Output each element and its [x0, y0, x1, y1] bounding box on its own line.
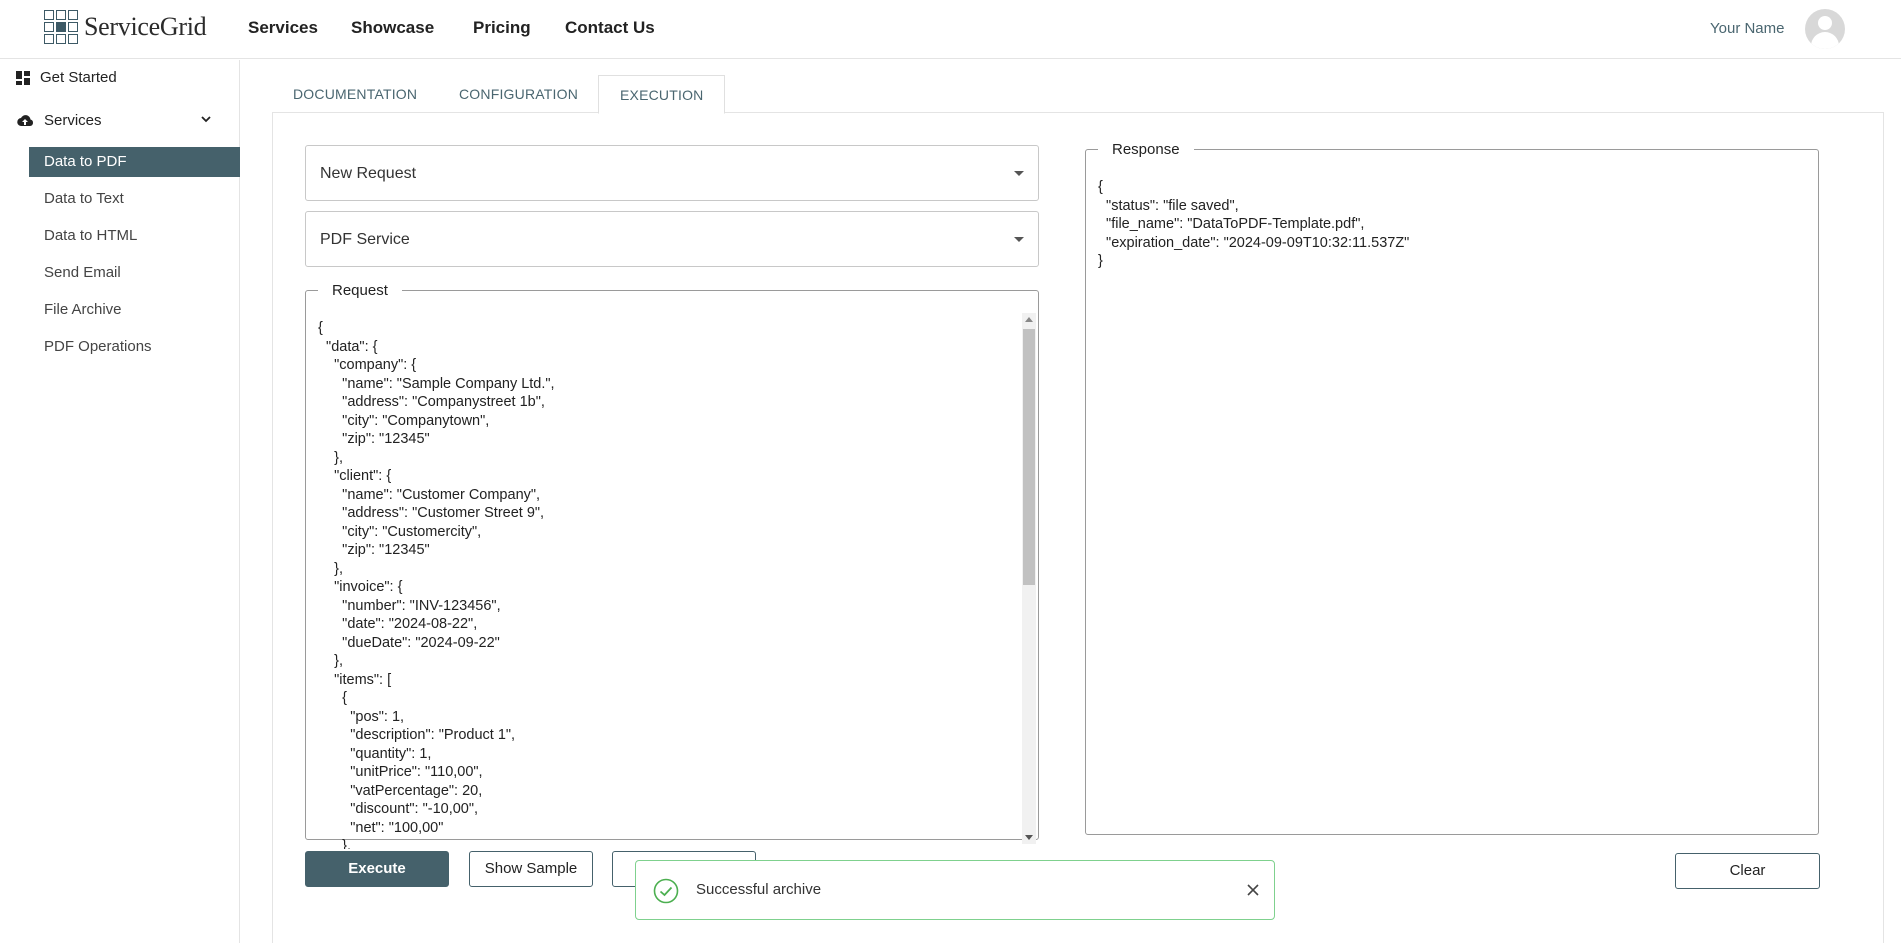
sidebar-item-data-to-html[interactable]: Data to HTML: [29, 221, 240, 251]
brand-logo[interactable]: ServiceGrid: [44, 10, 207, 44]
scrollbar-thumb[interactable]: [1023, 329, 1035, 585]
top-header: ServiceGrid Services Showcase Pricing Co…: [0, 0, 1901, 59]
request-fieldset: Request { "data": { "company": { "name":…: [305, 282, 1039, 849]
avatar[interactable]: [1805, 9, 1845, 49]
request-editor[interactable]: { "data": { "company": { "name": "Sample…: [318, 319, 1018, 849]
request-select[interactable]: New Request: [305, 145, 1039, 201]
sidebar-services[interactable]: Services: [16, 112, 222, 129]
tab-documentation[interactable]: DOCUMENTATION: [293, 75, 417, 113]
nav-showcase[interactable]: Showcase: [351, 18, 434, 38]
caret-down-icon: [1014, 171, 1024, 176]
sidebar-get-started[interactable]: Get Started: [16, 69, 117, 86]
service-select[interactable]: PDF Service: [305, 211, 1039, 267]
sidebar-services-label: Services: [44, 112, 102, 129]
sidebar-item-send-email[interactable]: Send Email: [29, 258, 240, 288]
tab-configuration[interactable]: CONFIGURATION: [459, 75, 578, 113]
request-scrollbar[interactable]: [1022, 313, 1036, 844]
show-sample-button[interactable]: Show Sample: [469, 851, 593, 887]
dashboard-icon: [16, 70, 30, 85]
check-circle-icon: [653, 878, 679, 904]
user-name[interactable]: Your Name: [1710, 20, 1785, 37]
service-select-value: PDF Service: [320, 231, 410, 248]
avatar-body-icon: [1811, 32, 1839, 49]
sidebar-item-data-to-text[interactable]: Data to Text: [29, 184, 240, 214]
sidebar-get-started-label: Get Started: [40, 69, 117, 86]
scroll-down-icon[interactable]: [1025, 835, 1033, 840]
clear-button[interactable]: Clear: [1675, 853, 1820, 889]
brand-name: ServiceGrid: [84, 12, 207, 41]
avatar-head-icon: [1818, 16, 1832, 30]
response-legend: Response: [1112, 141, 1180, 158]
cloud-upload-icon: [17, 114, 34, 126]
response-fieldset: Response { "status": "file saved", "file…: [1085, 141, 1819, 835]
toast-message: Successful archive: [696, 881, 822, 898]
response-output: { "status": "file saved", "file_name": "…: [1098, 179, 1410, 269]
chevron-down-icon[interactable]: [200, 112, 212, 126]
scroll-up-icon[interactable]: [1025, 317, 1033, 322]
sidebar-item-file-archive[interactable]: File Archive: [29, 295, 240, 325]
tab-execution[interactable]: EXECUTION: [598, 75, 726, 114]
execute-button[interactable]: Execute: [305, 851, 449, 887]
nav-services[interactable]: Services: [248, 18, 318, 38]
sidebar-item-pdf-operations[interactable]: PDF Operations: [29, 332, 240, 362]
logo-grid-icon: [44, 10, 78, 44]
nav-pricing[interactable]: Pricing: [473, 18, 531, 38]
request-legend: Request: [332, 282, 388, 299]
caret-down-icon: [1014, 237, 1024, 242]
request-select-value: New Request: [320, 165, 417, 182]
success-toast: Successful archive: [635, 860, 1275, 920]
sidebar: Get Started Services Data to PDF Data to…: [0, 60, 240, 943]
close-icon[interactable]: [1246, 883, 1260, 897]
sidebar-item-data-to-pdf[interactable]: Data to PDF: [29, 147, 240, 177]
nav-contact-us[interactable]: Contact Us: [565, 18, 655, 38]
